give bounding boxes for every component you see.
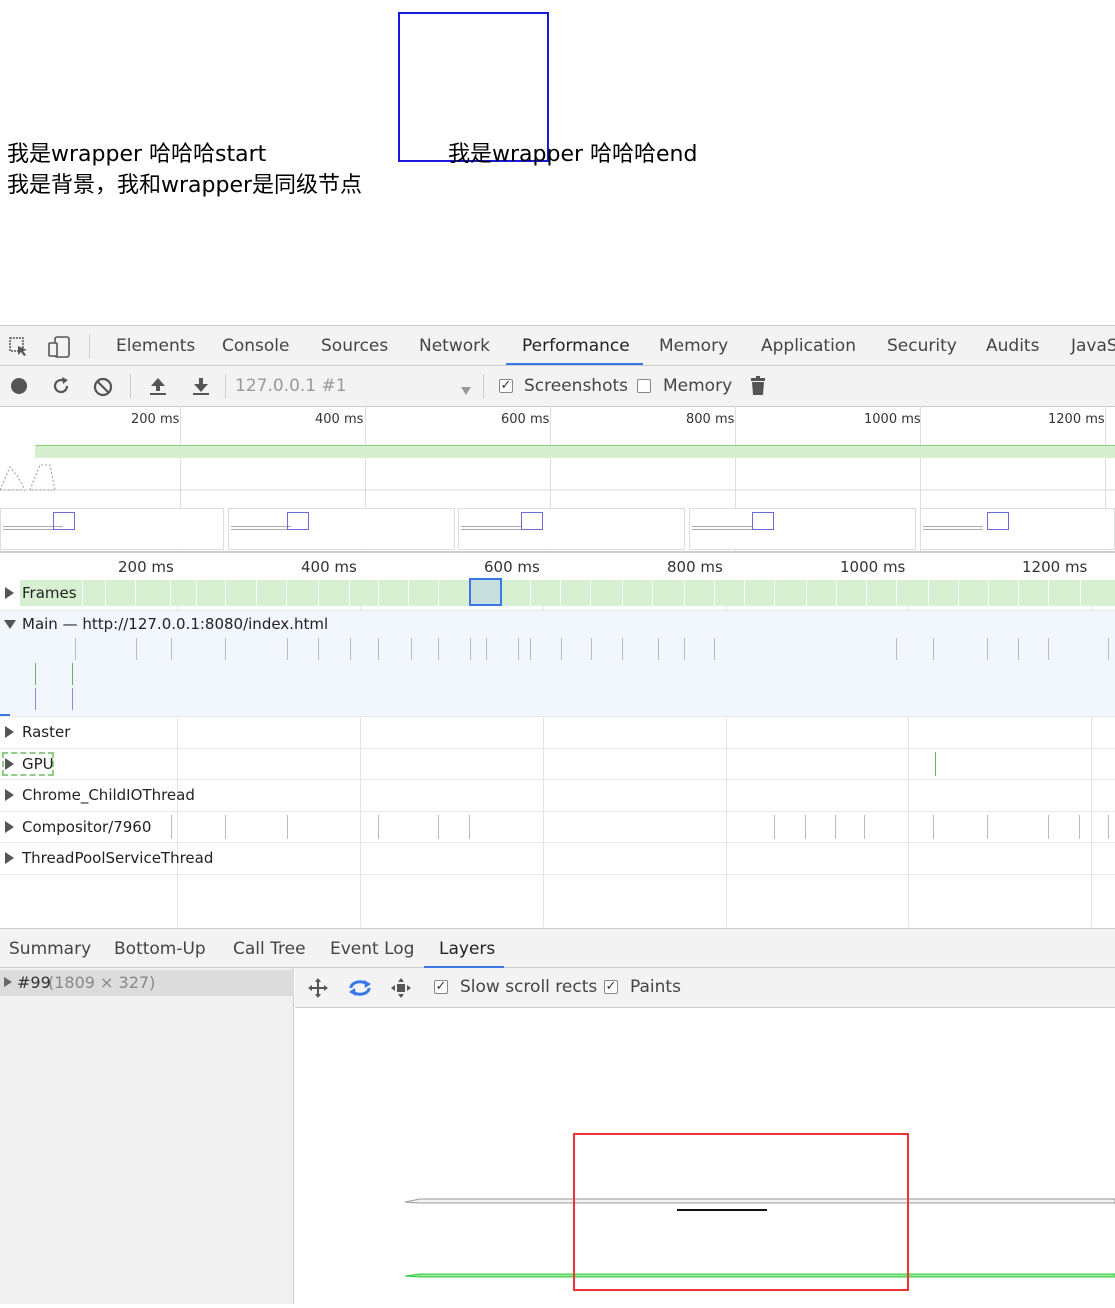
screenshot-thumbnail[interactable] [458,508,685,550]
screenshot-thumbnail[interactable] [0,508,224,550]
selected-frame[interactable] [469,578,502,606]
screenshots-label: Screenshots [524,376,629,396]
tab-application[interactable]: Application [761,326,856,366]
inspect-element-icon[interactable] [9,337,29,357]
ruler-tick: 800 ms [667,558,723,576]
tab-call-tree[interactable]: Call Tree [233,929,306,969]
screenshot-thumbnail[interactable] [920,508,1115,550]
track-compositor[interactable]: Compositor/7960 [22,818,151,836]
screenshot-thumbnail[interactable] [689,508,916,550]
expand-arrow-icon[interactable] [5,789,14,801]
track-childio[interactable]: Chrome_ChildIOThread [22,786,195,804]
overview-tick: 1200 ms [1048,412,1105,427]
recording-select[interactable]: 127.0.0.1 #1 [235,366,347,406]
expand-arrow-icon[interactable] [5,852,14,864]
layer-row[interactable]: #99 (1809 × 327) [0,970,294,996]
slow-scroll-rects-checkbox[interactable]: ✓ [434,980,448,994]
active-tab-indicator [506,363,643,365]
trash-icon[interactable] [750,376,766,400]
frames-track[interactable] [20,580,1115,606]
details-tab-bar: Summary Bottom-Up Call Tree Event Log La… [0,928,1115,968]
overview-tick: 800 ms [686,412,735,427]
screenshots-checkbox[interactable]: ✓ [499,379,513,393]
reload-icon[interactable] [51,376,71,400]
tab-sources[interactable]: Sources [321,326,388,366]
tab-elements[interactable]: Elements [116,326,195,366]
pan-mode-icon[interactable] [307,977,329,1003]
collapse-arrow-icon[interactable] [4,620,16,629]
expand-arrow-icon[interactable] [5,821,14,833]
highlight-rectangle [573,1133,909,1291]
ruler-tick: 1200 ms [1022,558,1088,576]
ruler-tick: 200 ms [118,558,174,576]
tab-audits[interactable]: Audits [986,326,1039,366]
time-ruler: 200 ms 400 ms 600 ms 800 ms 1000 ms 1200… [0,555,1115,580]
save-profile-icon[interactable] [192,376,210,400]
expand-arrow-icon[interactable] [4,977,12,987]
dropdown-arrow-icon[interactable] [460,381,472,400]
tab-network[interactable]: Network [419,326,490,366]
layer-size: (1809 × 327) [48,973,156,992]
tab-bottom-up[interactable]: Bottom-Up [114,929,206,969]
load-profile-icon[interactable] [149,376,167,400]
toolbar-separator [225,374,226,398]
track-raster[interactable]: Raster [22,723,70,741]
performance-toolbar: 127.0.0.1 #1 ✓ Screenshots Memory [0,366,1115,407]
rotate-mode-icon[interactable] [347,977,373,1003]
overview-tick: 200 ms [131,412,180,427]
ruler-tick: 400 ms [301,558,357,576]
tab-layers[interactable]: Layers [439,929,495,969]
wrapper-start-text: 我是wrapper 哈哈哈start [7,142,267,167]
expand-arrow-icon[interactable] [5,587,14,599]
device-toolbar-icon[interactable] [48,336,72,358]
screenshot-thumbnail[interactable] [228,508,455,550]
expand-arrow-icon[interactable] [5,726,14,738]
tab-separator [89,334,90,358]
layer-id: #99 [17,973,51,992]
background-text: 我是背景，我和wrapper是同级节点 [7,173,363,198]
track-frames[interactable]: Frames [22,584,77,602]
tab-security[interactable]: Security [887,326,957,366]
ruler-tick: 1000 ms [840,558,906,576]
tab-performance[interactable]: Performance [522,326,630,366]
tab-event-log[interactable]: Event Log [330,929,414,969]
slow-scroll-rects-label: Slow scroll rects [460,977,598,997]
layers-toolbar: ✓ Slow scroll rects ✓ Paints [295,968,1115,1008]
timeline-overview[interactable]: 200 ms 400 ms 600 ms 800 ms 1000 ms 1200… [0,407,1115,553]
tab-console[interactable]: Console [222,326,290,366]
tab-summary[interactable]: Summary [9,929,91,969]
memory-checkbox[interactable] [637,379,651,393]
expand-arrow-icon[interactable] [5,758,14,770]
cpu-chart [0,464,1115,491]
overview-tick: 600 ms [501,412,550,427]
layer-tree-panel: #99 (1809 × 327) [0,968,294,1304]
toolbar-separator [130,374,131,398]
devtools-tab-bar: Elements Console Sources Network Perform… [0,325,1115,366]
track-threadpool[interactable]: ThreadPoolServiceThread [22,849,213,867]
paints-label: Paints [630,977,681,997]
record-icon[interactable] [10,377,28,399]
reset-transform-icon[interactable] [390,977,412,1003]
overview-tick: 1000 ms [864,412,921,427]
wrapper-end-text: 我是wrapper 哈哈哈end [448,142,698,167]
paints-checkbox[interactable]: ✓ [604,980,618,994]
track-main[interactable]: Main — http://127.0.0.1:8080/index.html [22,615,328,633]
tab-javascript-profiler[interactable]: JavaS [1071,326,1115,366]
ruler-tick: 600 ms [484,558,540,576]
clear-icon[interactable] [93,377,113,401]
track-gpu[interactable]: GPU [22,755,54,773]
memory-label: Memory [663,376,733,396]
tab-memory[interactable]: Memory [659,326,728,366]
overview-tick: 400 ms [315,412,364,427]
toolbar-separator [483,374,484,398]
